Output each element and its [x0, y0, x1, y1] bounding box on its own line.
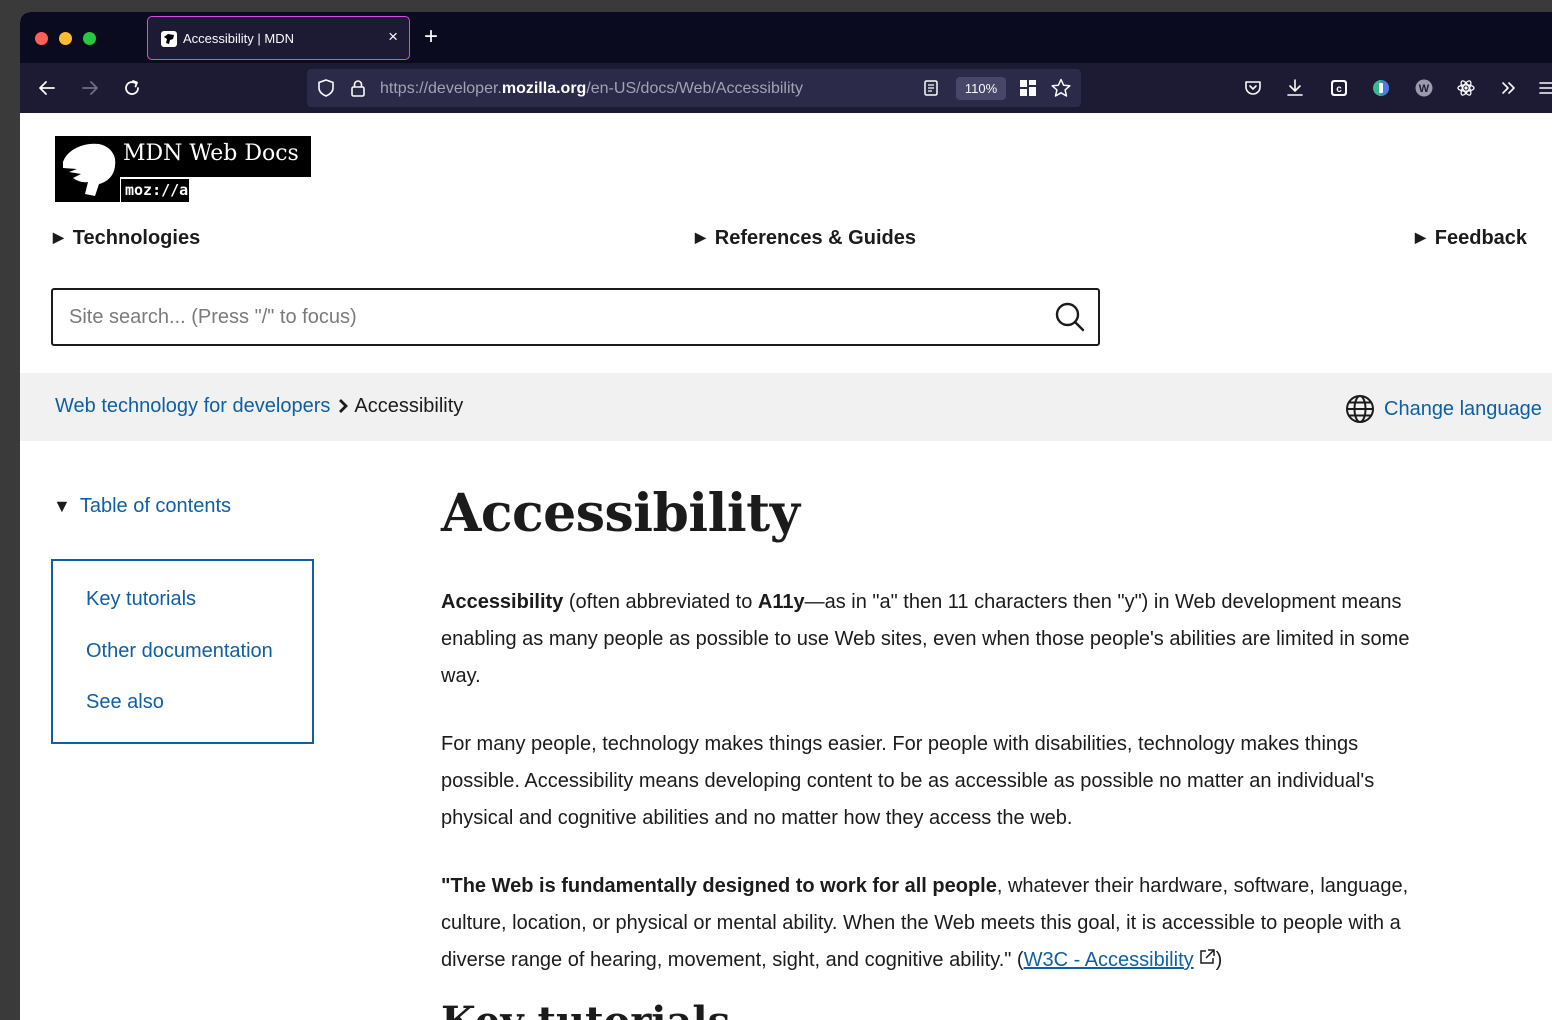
- nav-label: References & Guides: [714, 227, 916, 249]
- lock-icon[interactable]: [348, 78, 368, 103]
- nav-feedback[interactable]: ▶ Feedback: [1415, 227, 1527, 250]
- paragraph: For many people, technology makes things…: [441, 733, 1375, 829]
- new-tab-button[interactable]: +: [424, 23, 438, 51]
- browser-window: Accessibility | MDN × + https://develope…: [20, 12, 1552, 1020]
- window-minimize-button[interactable]: [59, 32, 72, 45]
- mozilla-wordmark: moz://a: [121, 179, 189, 202]
- toc-toggle[interactable]: ▼ Table of contents: [53, 495, 231, 518]
- zoom-level-button[interactable]: 110%: [956, 77, 1006, 100]
- bookmark-star-icon[interactable]: [1050, 77, 1072, 104]
- collapse-triangle-icon: ▼: [53, 496, 71, 516]
- toc-item-key-tutorials[interactable]: Key tutorials: [86, 588, 196, 611]
- intro-paragraph: Accessibility (often abbreviated to A11y…: [441, 591, 1410, 687]
- url-bar[interactable]: https://developer.mozilla.org/en-US/docs…: [307, 69, 1081, 107]
- window-close-button[interactable]: [35, 32, 48, 45]
- expand-triangle-icon: ▶: [53, 229, 64, 245]
- navigation-toolbar: https://developer.mozilla.org/en-US/docs…: [20, 63, 1552, 113]
- site-search: [51, 288, 1100, 346]
- qr-code-icon[interactable]: [1018, 78, 1038, 103]
- dinosaur-head-icon: [55, 136, 120, 202]
- w3c-accessibility-link[interactable]: W3C - Accessibility: [1024, 949, 1194, 971]
- nav-technologies[interactable]: ▶ Technologies: [53, 227, 200, 250]
- quote-paragraph: "The Web is fundamentally designed to wo…: [441, 875, 1409, 971]
- svg-text:c: c: [1336, 84, 1342, 95]
- forward-arrow-icon[interactable]: [77, 63, 103, 113]
- breadcrumb: Web technology for developers Accessibili…: [55, 395, 463, 418]
- tab-accessibility[interactable]: Accessibility | MDN ×: [147, 16, 410, 60]
- breadcrumb-current: Accessibility: [354, 395, 464, 417]
- external-link-icon: [1194, 949, 1216, 971]
- back-arrow-icon[interactable]: [34, 63, 60, 113]
- breadcrumb-bar: Web technology for developers Accessibili…: [20, 373, 1552, 441]
- extension-circle-icon[interactable]: [1368, 75, 1394, 101]
- window-maximize-button[interactable]: [83, 32, 96, 45]
- change-language-label: Change language: [1384, 397, 1542, 420]
- pocket-icon[interactable]: [1240, 75, 1266, 101]
- page-title: Accessibility: [441, 483, 800, 544]
- search-icon[interactable]: [1054, 301, 1086, 338]
- extension-w-icon[interactable]: W: [1411, 75, 1437, 101]
- article: Accessibility Accessibility (often abbre…: [441, 476, 1431, 979]
- react-devtools-icon[interactable]: [1453, 75, 1479, 101]
- nav-references-guides[interactable]: ▶ References & Guides: [695, 227, 916, 250]
- overflow-chevrons-icon[interactable]: [1496, 75, 1522, 101]
- menu-hamburger-icon[interactable]: [1534, 75, 1552, 101]
- toc-item-other-documentation[interactable]: Other documentation: [86, 640, 273, 663]
- download-icon[interactable]: [1282, 75, 1308, 101]
- page-content: MDN Web Docs moz://a ▶ Technologies ▶ Refe…: [20, 113, 1552, 1020]
- mdn-favicon-icon: [161, 31, 177, 47]
- expand-triangle-icon: ▶: [1415, 229, 1426, 245]
- tab-title: Accessibility | MDN: [183, 31, 295, 46]
- tracking-protection-shield-icon[interactable]: [316, 78, 336, 103]
- mdn-logo[interactable]: MDN Web Docs moz://a: [55, 136, 311, 202]
- toc-toggle-label: Table of contents: [79, 495, 232, 517]
- toc-item-see-also[interactable]: See also: [86, 691, 164, 714]
- svg-text:W: W: [1419, 83, 1430, 95]
- tab-close-icon[interactable]: ×: [388, 27, 398, 47]
- reader-view-icon[interactable]: [922, 79, 940, 102]
- url-text[interactable]: https://developer.mozilla.org/en-US/docs…: [380, 80, 803, 98]
- reload-icon[interactable]: [119, 63, 145, 113]
- extension-c-icon[interactable]: c: [1326, 75, 1352, 101]
- globe-icon: [1346, 395, 1374, 423]
- section-heading: Key tutorials: [441, 998, 730, 1020]
- change-language-button[interactable]: Change language: [1345, 394, 1542, 424]
- nav-label: Feedback: [1434, 227, 1528, 249]
- breadcrumb-parent-link[interactable]: Web technology for developers: [55, 395, 330, 417]
- search-input[interactable]: [53, 290, 1043, 344]
- nav-label: Technologies: [72, 227, 201, 249]
- expand-triangle-icon: ▶: [695, 229, 706, 245]
- tab-strip: Accessibility | MDN × +: [20, 12, 1552, 63]
- logo-text: MDN Web Docs: [123, 141, 299, 166]
- chevron-right-icon: [337, 397, 349, 419]
- table-of-contents: Key tutorials Other documentation See al…: [51, 559, 314, 744]
